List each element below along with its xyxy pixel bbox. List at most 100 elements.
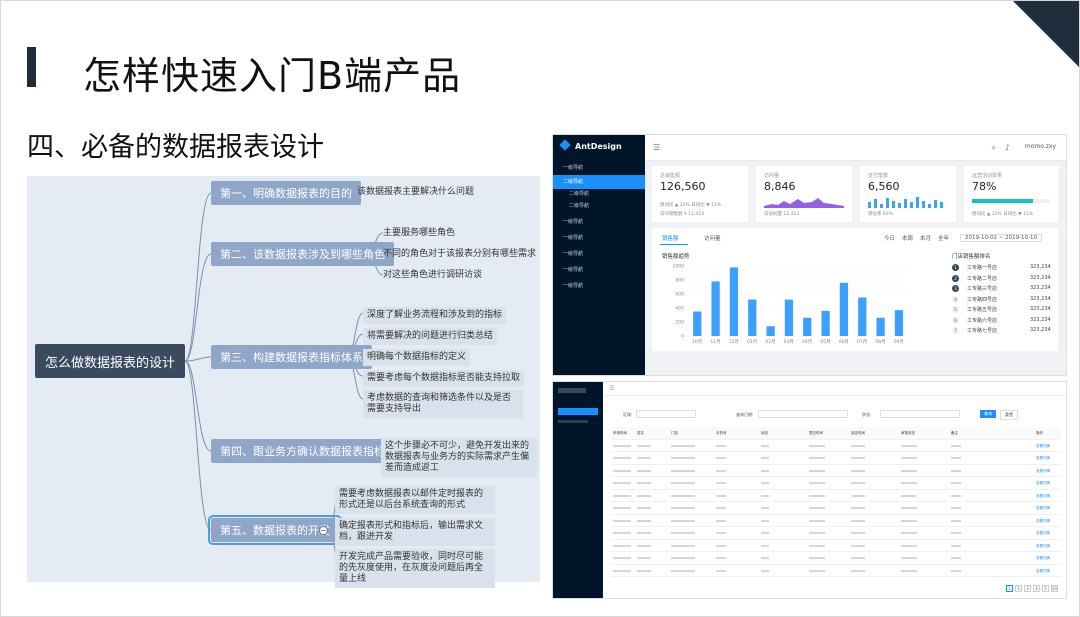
view-detail-link[interactable]: 查看详情 bbox=[1036, 556, 1050, 561]
region-select[interactable] bbox=[636, 410, 696, 418]
period-month[interactable]: 本月 bbox=[920, 234, 931, 242]
logo-icon bbox=[559, 139, 571, 151]
table-cell bbox=[671, 469, 695, 472]
mindmap-root[interactable]: 怎么做数据报表的设计 bbox=[35, 344, 185, 378]
date-range-picker[interactable]: 2019-10-02 ~ 2019-10-10 bbox=[960, 234, 1043, 242]
rank-value: 323,234 bbox=[1030, 274, 1051, 281]
table-cell bbox=[851, 544, 865, 547]
tab-visits[interactable]: 访问量 bbox=[704, 234, 721, 242]
table-cell bbox=[761, 557, 769, 559]
bar-10月[interactable] bbox=[693, 311, 702, 337]
collapse-icon[interactable]: − bbox=[319, 526, 328, 535]
nav-item-6[interactable]: 一级导航 bbox=[553, 231, 645, 245]
date-range-input[interactable] bbox=[758, 410, 848, 418]
user-name[interactable]: momo.zxy bbox=[1025, 143, 1056, 150]
sidebar-active-item[interactable] bbox=[558, 408, 598, 415]
bar-06月[interactable] bbox=[839, 282, 849, 336]
view-detail-link[interactable]: 查看详情 bbox=[1036, 519, 1050, 524]
bar-09月[interactable] bbox=[894, 310, 904, 336]
menu-icon[interactable]: ☰ bbox=[609, 385, 614, 392]
bar-01月[interactable] bbox=[748, 299, 757, 336]
bar-03月[interactable] bbox=[784, 299, 794, 336]
branch-3[interactable]: 第三、构建数据报表指标体系 bbox=[211, 345, 372, 369]
table-cell bbox=[761, 494, 769, 497]
view-detail-link[interactable]: 查看详情 bbox=[1036, 544, 1050, 549]
x-tick-label: 02月 bbox=[765, 339, 775, 345]
table-row: 查看详情 bbox=[611, 477, 1061, 490]
menu-icon[interactable]: ☰ bbox=[653, 143, 660, 152]
table-cell bbox=[671, 507, 695, 509]
period-week[interactable]: 本周 bbox=[902, 234, 913, 242]
bar-04月[interactable] bbox=[803, 317, 812, 336]
x-tick-label: 12月 bbox=[729, 339, 739, 345]
table-cell bbox=[716, 457, 726, 459]
table-cell bbox=[613, 482, 631, 484]
page-2[interactable]: 2 bbox=[1015, 585, 1022, 592]
branch-2[interactable]: 第二、该数据报表涉及到哪些角色 bbox=[211, 242, 394, 266]
page-50[interactable]: 50 bbox=[1051, 585, 1058, 592]
nav-item-1[interactable]: 一级导航 bbox=[553, 161, 645, 175]
card-foot: 周同比 ▲ 12% 日同比 ▼ 11% bbox=[660, 203, 722, 208]
bar-07月[interactable] bbox=[858, 297, 867, 337]
nav-item-5[interactable]: 一级导航 bbox=[553, 215, 645, 229]
page-3[interactable]: 3 bbox=[1024, 585, 1031, 592]
rank-store-name: 工专路六号店 bbox=[967, 317, 998, 324]
page-4[interactable]: 4 bbox=[1033, 585, 1040, 592]
rank-store-name: 工专路七号店 bbox=[967, 328, 998, 334]
table-cell bbox=[901, 532, 917, 534]
stat-card-visits: 访问量 8,846 日访问量 12,423 bbox=[756, 166, 852, 222]
page-5[interactable]: 5 bbox=[1042, 585, 1049, 592]
nav-item-9[interactable]: 一级导航 bbox=[553, 279, 645, 293]
sidebar-item[interactable] bbox=[558, 420, 588, 423]
period-today[interactable]: 今日 bbox=[884, 234, 895, 242]
table-cell bbox=[637, 457, 651, 459]
bar-02月[interactable] bbox=[766, 326, 775, 336]
sales-bar-chart: 1000 800 600 400 200 0 10月 11月 12月 01月 02月 03月 04月 05… bbox=[673, 264, 908, 345]
table-cell bbox=[637, 444, 651, 447]
tab-sales[interactable]: 销售额 bbox=[662, 234, 679, 242]
page-1[interactable]: 1 bbox=[1006, 585, 1013, 592]
rank-store-name: 工专路五号店 bbox=[967, 307, 998, 313]
slide: 怎样快速入门B端产品 四、必备的数据报表设计 怎么做数据报表的设计 第一、明确数… bbox=[0, 0, 1080, 617]
table-cell bbox=[901, 444, 917, 447]
bar-11月[interactable] bbox=[711, 281, 720, 336]
nav-item-7[interactable]: 一级导航 bbox=[553, 247, 645, 261]
search-icon[interactable]: ⌕ bbox=[992, 143, 996, 153]
mindmap: 怎么做数据报表的设计 第一、明确数据报表的目的 该数据报表主要解决什么问题 第二… bbox=[27, 176, 540, 588]
query-button[interactable]: 查询 bbox=[980, 410, 996, 418]
table-cell bbox=[613, 444, 631, 447]
branch-1[interactable]: 第一、明确数据报表的目的 bbox=[211, 181, 361, 205]
brand-name: AntDesign bbox=[575, 142, 622, 151]
view-detail-link[interactable]: 查看详情 bbox=[1036, 531, 1050, 536]
bar-05月[interactable] bbox=[821, 310, 830, 336]
col-header: 姓名 bbox=[637, 431, 644, 435]
corner-decoration bbox=[1013, 1, 1079, 67]
nav-item-8[interactable]: 一级导航 bbox=[553, 263, 645, 277]
bar-12月[interactable] bbox=[729, 267, 739, 336]
bell-icon[interactable]: ♪ bbox=[1005, 143, 1010, 152]
y-tick-label: 600 bbox=[675, 292, 684, 298]
view-detail-link[interactable]: 查看详情 bbox=[1036, 444, 1050, 449]
reset-button[interactable]: 重置 bbox=[1000, 410, 1018, 420]
filter-label-date: 查询日期: bbox=[736, 412, 754, 417]
nav-item-4[interactable]: 二级导航 bbox=[553, 199, 645, 213]
view-detail-link[interactable]: 查看详情 bbox=[1036, 569, 1050, 574]
card-label: 支付笔数 bbox=[868, 173, 889, 179]
ranking-item: 5 工专路五号店 323,234 bbox=[952, 306, 1051, 313]
view-detail-link[interactable]: 查看详情 bbox=[1036, 481, 1050, 486]
view-detail-link[interactable]: 查看详情 bbox=[1036, 469, 1050, 474]
view-detail-link[interactable]: 查看详情 bbox=[1036, 494, 1050, 499]
status-select[interactable] bbox=[880, 410, 960, 418]
rank-number: 4 bbox=[952, 295, 959, 303]
table-header-row: 申请时间 姓名 门店 手机号 状态 提交时间 到店时间 审核状态 备注 操作 bbox=[611, 427, 1061, 440]
filter-label-region: 区域: bbox=[623, 412, 633, 417]
table-cell bbox=[809, 569, 825, 572]
ranking-item: 6 工专路六号店 323,234 bbox=[952, 316, 1051, 324]
bar-08月[interactable] bbox=[876, 317, 885, 336]
dashboard-sidebar: AntDesign 一级导航 二级导航 二级导航 二级导航 一级导航 一级导航 … bbox=[553, 135, 645, 375]
branch-4[interactable]: 第四、跟业务方确认数据报表指标 bbox=[211, 439, 394, 463]
dashboard-screenshot: AntDesign 一级导航 二级导航 二级导航 二级导航 一级导航 一级导航 … bbox=[552, 134, 1067, 376]
period-year[interactable]: 全年 bbox=[938, 234, 949, 242]
view-detail-link[interactable]: 查看详情 bbox=[1036, 506, 1050, 511]
view-detail-link[interactable]: 查看详情 bbox=[1036, 456, 1050, 461]
